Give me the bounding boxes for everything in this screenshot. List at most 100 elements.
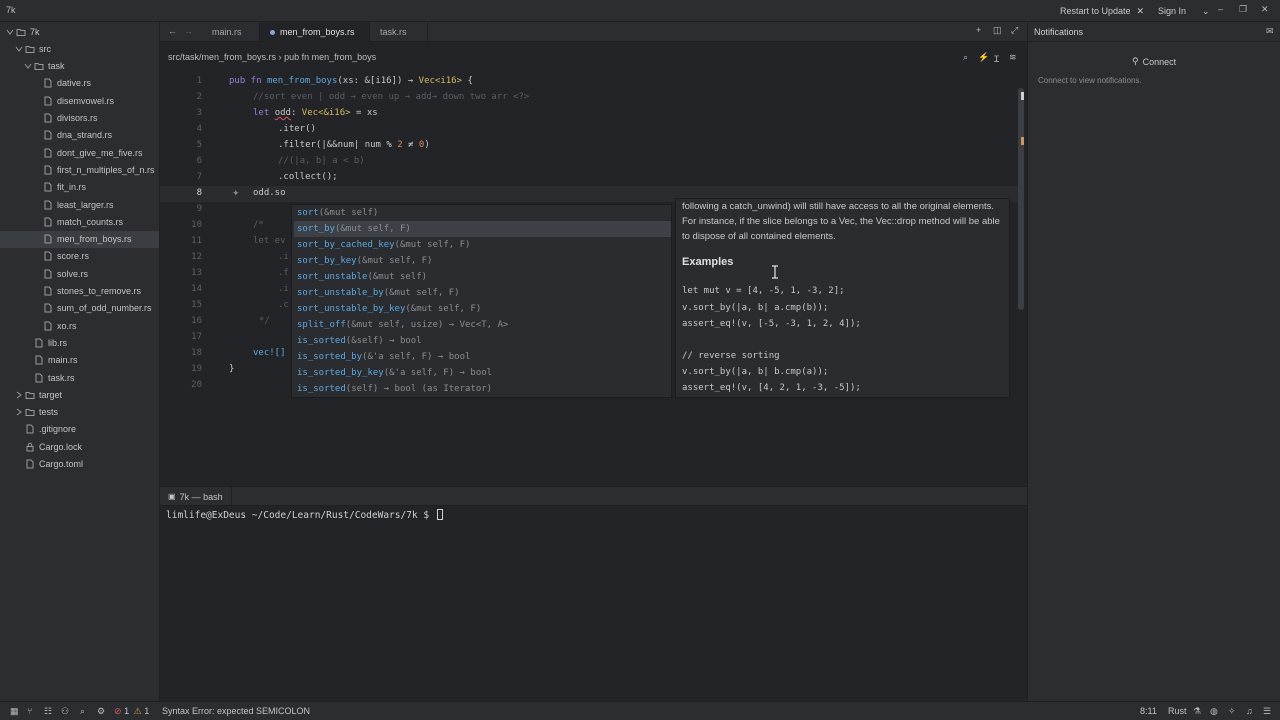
search-icon[interactable]: ⌕	[963, 52, 968, 63]
tree-item[interactable]: task.rs	[0, 369, 159, 386]
completion-item[interactable]: split_off (&mut self, usize) → Vec<T, A>	[294, 317, 671, 333]
completion-item[interactable]: sort (&mut self)	[294, 205, 671, 221]
feedback-icon[interactable]: ⚗	[1193, 706, 1204, 717]
tree-item[interactable]: .gitignore	[0, 421, 159, 438]
completion-signature: (&'a self, F) → bool	[383, 368, 493, 378]
tree-item[interactable]: solve.rs	[0, 265, 159, 282]
tree-item[interactable]: lib.rs	[0, 334, 159, 351]
tree-item[interactable]: dont_give_me_five.rs	[0, 144, 159, 161]
tree-item[interactable]: target	[0, 386, 159, 403]
tree-item[interactable]: src	[0, 40, 159, 57]
file-icon	[43, 321, 53, 331]
assistant-icon[interactable]: ✧	[1228, 706, 1239, 717]
breadcrumb: src/task/men_from_boys.rs › pub fn men_f…	[160, 42, 1027, 74]
tab-main-rs[interactable]: main.rs	[202, 22, 260, 42]
completion-item[interactable]: sort_unstable_by (&mut self, F)	[294, 285, 671, 301]
inbox-icon[interactable]: ✉	[1266, 26, 1274, 37]
completion-popup: sort (&mut self) sort_by (&mut self, F) sort…	[291, 204, 672, 398]
completion-item[interactable]: sort_unstable_by_key (&mut self, F)	[294, 301, 671, 317]
tree-item[interactable]: first_n_multiples_of_n.rs	[0, 161, 159, 178]
breadcrumb-symbol[interactable]: pub fn men_from_boys	[284, 52, 376, 62]
code-line-5: .filter(|&&num| num % 2 ≠ 0)	[278, 140, 430, 150]
tree-item[interactable]: men_from_boys.rs	[0, 230, 159, 248]
tree-item[interactable]: least_larger.rs	[0, 196, 159, 213]
sign-in-button[interactable]: Sign In ⌄	[1158, 3, 1210, 19]
diagnostics-summary[interactable]: ⊘ 1 ⚠ 1	[114, 706, 149, 717]
completion-item[interactable]: is_sorted (&self) → bool	[294, 333, 671, 349]
completion-item[interactable]: sort_unstable (&mut self)	[294, 269, 671, 285]
file-icon	[43, 182, 53, 192]
maximize-icon[interactable]: ❐	[1239, 4, 1253, 18]
code-line-3: let odd: Vec<&i16> = xs	[253, 108, 378, 118]
completion-item[interactable]: sort_by_cached_key (&mut self, F)	[294, 237, 671, 253]
tree-item-label: stones_to_remove.rs	[57, 286, 142, 296]
tree-item-label: dna_strand.rs	[57, 130, 113, 141]
chat-icon[interactable]: ☰	[1263, 706, 1274, 717]
project-panel-toggle-icon[interactable]: ▦	[10, 706, 21, 717]
completion-signature: (&self) → bool	[345, 336, 422, 346]
completion-item[interactable]: is_sorted (self) → bool (as Iterator)	[294, 381, 671, 397]
terminal-tab[interactable]: ▣ 7k — bash	[168, 487, 232, 506]
close-icon[interactable]: ✕	[1137, 6, 1145, 17]
collab-icon[interactable]: ⚇	[61, 706, 72, 717]
editor-scrollbar[interactable]	[1018, 88, 1024, 310]
folder-icon	[16, 27, 26, 37]
tree-item[interactable]: dative.rs	[0, 75, 159, 92]
restart-to-update-button[interactable]: Restart to Update ✕	[1060, 3, 1144, 19]
split-pane-icon[interactable]: ◫	[993, 25, 1002, 36]
lightbulb-icon[interactable]: ✦	[232, 188, 240, 199]
minimize-icon[interactable]: –	[1218, 4, 1232, 18]
git-icon[interactable]: ⑂	[27, 706, 38, 717]
tree-item[interactable]: fit_in.rs	[0, 179, 159, 196]
expand-icon[interactable]: ⤢	[1011, 25, 1018, 36]
connect-button[interactable]: ⚲ Connect	[1132, 56, 1176, 67]
code-line-15: .c	[278, 300, 289, 310]
code-line-16: */	[259, 316, 270, 326]
completion-item[interactable]: is_sorted_by (&'a self, F) → bool	[294, 349, 671, 365]
file-icon	[43, 303, 53, 313]
copilot-icon[interactable]: ◍	[1210, 706, 1221, 717]
assist-icon[interactable]: ⚡	[978, 52, 989, 63]
completion-item[interactable]: sort_by (&mut self, F)	[294, 221, 671, 237]
window-close-icon[interactable]: ✕	[1261, 4, 1275, 18]
new-tab-plus-icon[interactable]: +	[976, 25, 981, 35]
tree-item[interactable]: Cargo.lock	[0, 438, 159, 455]
tree-item[interactable]: disemvowel.rs	[0, 92, 159, 109]
tree-item-label: src	[39, 43, 51, 54]
back-icon[interactable]: ←	[168, 26, 177, 36]
tree-item[interactable]: tests	[0, 404, 159, 421]
terminal[interactable]: limlife@ExDeus ~/Code/Learn/Rust/CodeWar…	[160, 506, 1027, 701]
bell-icon[interactable]: ♫	[1246, 706, 1257, 717]
cursor-position[interactable]: 8:11	[1140, 706, 1157, 716]
completion-signature: (&mut self, F)	[405, 304, 482, 314]
tree-item[interactable]: sum_of_odd_number.rs	[0, 300, 159, 317]
diagnostics-icon[interactable]: ⚙	[97, 706, 108, 717]
project-panel: 7k src task dative.rs disemvowel.rs divisors.…	[0, 22, 160, 701]
line-number: 5	[196, 140, 202, 150]
tree-item-label: score.rs	[57, 251, 90, 262]
completion-item[interactable]: sort_by_key (&mut self, F)	[294, 253, 671, 269]
tree-item[interactable]: 7k	[0, 23, 159, 40]
tree-item[interactable]: xo.rs	[0, 317, 159, 334]
tree-item[interactable]: Cargo.toml	[0, 456, 159, 473]
tree-item[interactable]: match_counts.rs	[0, 213, 159, 230]
settings-sliders-icon[interactable]: ≋	[1009, 52, 1017, 63]
cursor-text-icon[interactable]: Ɪ	[994, 52, 999, 65]
tab-men-from-boys-rs[interactable]: men_from_boys.rs	[260, 22, 370, 42]
breadcrumb-path[interactable]: src/task/men_from_boys.rs	[168, 52, 276, 62]
tree-item[interactable]: stones_to_remove.rs	[0, 283, 159, 300]
tab-task-rs[interactable]: task.rs	[370, 22, 428, 42]
search-icon[interactable]: ⌕	[80, 706, 91, 717]
tree-item[interactable]: divisors.rs	[0, 110, 159, 127]
error-icon: ⊘	[114, 706, 122, 716]
tree-item[interactable]: task	[0, 58, 159, 75]
completion-item[interactable]: is_sorted_by_key (&'a self, F) → bool	[294, 365, 671, 381]
forward-icon[interactable]: →	[184, 26, 193, 36]
doc-code-line: let mut v = [4, -5, 1, -3, 2];	[682, 286, 845, 296]
tree-item[interactable]: main.rs	[0, 352, 159, 369]
tree-item[interactable]: score.rs	[0, 248, 159, 265]
outline-icon[interactable]: ☷	[44, 706, 55, 717]
language-selector[interactable]: Rust	[1168, 706, 1187, 716]
tree-item[interactable]: dna_strand.rs	[0, 127, 159, 144]
folder-icon	[25, 407, 35, 417]
